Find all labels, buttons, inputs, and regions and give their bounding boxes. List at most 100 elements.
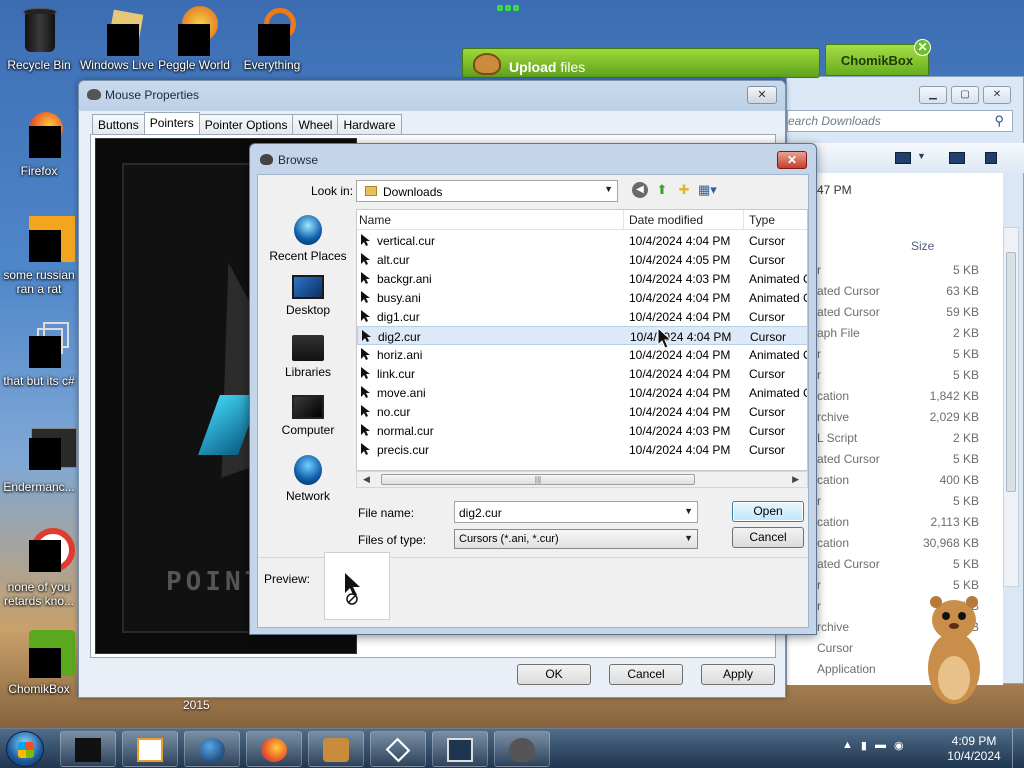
desktop-icon-none-of-you[interactable]: none of you retards kno...	[0, 528, 78, 608]
view-menu-icon[interactable]: ▦▾	[698, 182, 717, 198]
file-row[interactable]: horiz.ani 10/4/2024 4:04 PM Animated C	[357, 345, 807, 364]
close-button[interactable]: ✕	[983, 86, 1011, 104]
help-icon[interactable]	[985, 152, 997, 164]
desktop-icon-endermanc[interactable]: Endermanc...	[0, 428, 78, 494]
open-button[interactable]: Open	[732, 501, 804, 522]
file-name-input[interactable]: dig2.cur ▼	[454, 501, 698, 523]
cancel-button[interactable]: Cancel	[609, 664, 683, 685]
file-date: 10/4/2024 4:04 PM	[630, 330, 732, 344]
explorer-row[interactable]: r 5 KB	[787, 263, 1003, 284]
cancel-button[interactable]: Cancel	[732, 527, 804, 548]
new-folder-icon[interactable]: ✚	[676, 182, 692, 198]
maximize-button[interactable]: ▢	[951, 86, 979, 104]
taskbar-app-media[interactable]	[122, 731, 178, 767]
desktop-icon-everything[interactable]: Everything	[233, 6, 311, 72]
taskbar-app-globe[interactable]	[184, 731, 240, 767]
close-button[interactable]: ✕	[777, 151, 807, 169]
explorer-row[interactable]: ated Cursor 5 KB	[787, 557, 1003, 578]
place-recent-places[interactable]: Recent Places	[262, 215, 354, 263]
explorer-row[interactable]: ated Cursor 5 KB	[787, 452, 1003, 473]
scroll-right-icon[interactable]: ▶	[792, 474, 799, 485]
taskbar-app-unity[interactable]	[370, 731, 426, 767]
desktop-icon-chomikbox[interactable]: ChomikBox	[0, 630, 78, 696]
clock[interactable]: 4:09 PM 10/4/2024	[944, 734, 1004, 764]
explorer-row[interactable]: cation 2,113 KB	[787, 515, 1003, 536]
explorer-row[interactable]: r 5 KB	[787, 347, 1003, 368]
monitor-tray-icon[interactable]: ▬	[875, 739, 886, 752]
explorer-row[interactable]: cation 30,968 KB	[787, 536, 1003, 557]
chevron-down-icon[interactable]: ▼	[917, 151, 926, 161]
taskbar-app-chomikbox[interactable]	[308, 731, 364, 767]
file-row[interactable]: no.cur 10/4/2024 4:04 PM Cursor	[357, 402, 807, 421]
desktop-icon-that-but-its[interactable]: that but its c#	[0, 322, 78, 388]
explorer-row[interactable]: ated Cursor 63 KB	[787, 284, 1003, 305]
column-header-type[interactable]: Type	[749, 213, 775, 227]
search-input[interactable]: earch Downloads ⚲	[787, 110, 1013, 132]
place-computer[interactable]: Computer	[262, 395, 354, 437]
show-hidden-icons-icon[interactable]: ▲	[842, 739, 853, 752]
file-row[interactable]: link.cur 10/4/2024 4:04 PM Cursor	[357, 364, 807, 383]
look-in-dropdown[interactable]: Downloads ▼	[356, 180, 618, 202]
desktop-icon-some-russian[interactable]: some russian ran a rat	[0, 216, 78, 296]
explorer-row[interactable]: cation 400 KB	[787, 473, 1003, 494]
explorer-row[interactable]: cation 1,842 KB	[787, 389, 1003, 410]
place-network[interactable]: Network	[262, 455, 354, 503]
file-row[interactable]: dig1.cur 10/4/2024 4:04 PM Cursor	[357, 307, 807, 326]
chevron-down-icon[interactable]: ▼	[684, 506, 693, 516]
ok-button[interactable]: OK	[517, 664, 591, 685]
taskbar-app-control-panel[interactable]	[432, 731, 488, 767]
preview-area: Preview:	[258, 552, 808, 627]
explorer-row[interactable]: r 5 KB	[787, 494, 1003, 515]
explorer-row[interactable]: aph File 2 KB	[787, 326, 1003, 347]
explorer-row[interactable]: rchive 2,029 KB	[787, 410, 1003, 431]
volume-tray-icon[interactable]: ◉	[894, 739, 904, 752]
column-header-date-modified[interactable]: Date modified	[629, 213, 703, 227]
file-row[interactable]: move.ani 10/4/2024 4:04 PM Animated C	[357, 383, 807, 402]
tab-hardware[interactable]: Hardware	[337, 114, 402, 134]
file-row[interactable]: vertical.cur 10/4/2024 4:04 PM Cursor	[357, 231, 807, 250]
apply-button[interactable]: Apply	[701, 664, 775, 685]
network-tray-icon[interactable]: ▮	[861, 739, 867, 752]
tab-pointers[interactable]: Pointers	[143, 112, 200, 134]
place-desktop[interactable]: Desktop	[262, 275, 354, 317]
browse-dialog: Browse ✕ Look in: Downloads ▼ ◀ ⬆ ✚ ▦▾ R…	[249, 143, 817, 635]
desktop-icon-peggle-world[interactable]: Peggle World	[155, 6, 233, 72]
close-button[interactable]: ✕	[747, 86, 777, 104]
file-row[interactable]: normal.cur 10/4/2024 4:03 PM Cursor	[357, 421, 807, 440]
file-row[interactable]: backgr.ani 10/4/2024 4:03 PM Animated C	[357, 269, 807, 288]
desktop-icon-windows-live[interactable]: Windows Live	[78, 6, 156, 72]
file-row[interactable]: busy.ani 10/4/2024 4:04 PM Animated C	[357, 288, 807, 307]
size-column-header[interactable]: Size	[911, 239, 934, 253]
up-folder-icon[interactable]: ⬆	[654, 182, 670, 198]
minimize-button[interactable]: ▁	[919, 86, 947, 104]
explorer-row[interactable]: r 5 KB	[787, 368, 1003, 389]
view-icon[interactable]	[895, 152, 911, 164]
taskbar-app-firefox[interactable]	[246, 731, 302, 767]
explorer-scrollbar[interactable]	[1003, 227, 1019, 587]
upload-files-button[interactable]: Upload files	[462, 48, 820, 78]
tab-buttons[interactable]: Buttons	[92, 114, 145, 134]
explorer-row[interactable]: L Script 2 KB	[787, 431, 1003, 452]
file-row[interactable]: alt.cur 10/4/2024 4:05 PM Cursor	[357, 250, 807, 269]
files-of-type-dropdown[interactable]: Cursors (*.ani, *.cur) ▼	[454, 529, 698, 549]
scroll-thumb[interactable]: |||	[381, 474, 695, 485]
horizontal-scrollbar[interactable]: ◀ ||| ▶	[356, 471, 808, 488]
explorer-row[interactable]: ated Cursor 59 KB	[787, 305, 1003, 326]
column-header-name[interactable]: Name	[359, 213, 391, 227]
file-name: link.cur	[377, 367, 416, 381]
desktop-icon-recycle-bin[interactable]: Recycle Bin	[0, 6, 78, 72]
place-libraries[interactable]: Libraries	[262, 335, 354, 379]
file-row[interactable]: dig2.cur 10/4/2024 4:04 PM Cursor	[357, 326, 807, 345]
taskbar-app-window[interactable]	[60, 731, 116, 767]
scroll-left-icon[interactable]: ◀	[363, 474, 370, 485]
tab-wheel[interactable]: Wheel	[292, 114, 339, 134]
file-row[interactable]: precis.cur 10/4/2024 4:04 PM Cursor	[357, 440, 807, 459]
start-button[interactable]	[6, 731, 44, 767]
show-desktop-button[interactable]	[1012, 729, 1024, 768]
desktop-icon-firefox[interactable]: Firefox	[0, 112, 78, 178]
tab-pointer-options[interactable]: Pointer Options	[198, 114, 294, 134]
back-icon[interactable]: ◀	[632, 182, 648, 198]
close-icon[interactable]: ✕	[914, 39, 931, 56]
preview-pane-icon[interactable]	[949, 152, 965, 164]
taskbar-app-mouse-properties[interactable]	[494, 731, 550, 767]
